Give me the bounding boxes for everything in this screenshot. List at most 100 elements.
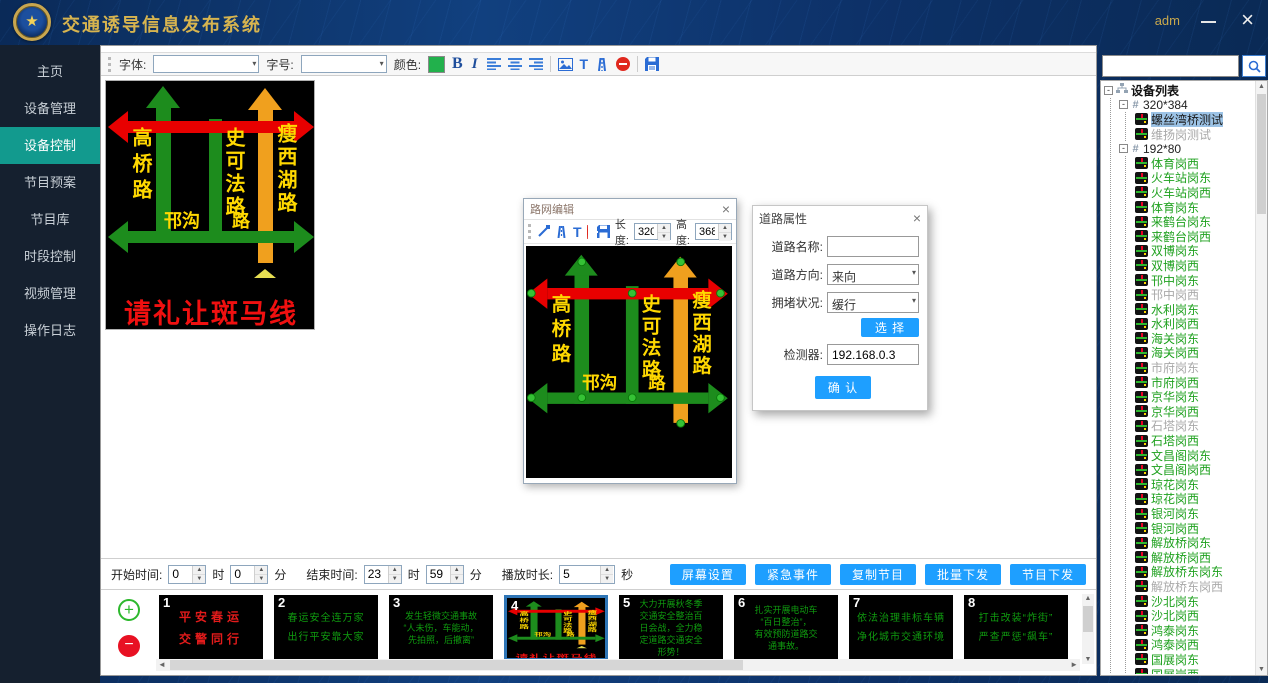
scrollbar-thumb[interactable]: [1257, 94, 1266, 214]
remove-program-button[interactable]: −: [118, 635, 140, 657]
dialog-titlebar[interactable]: 路网编辑 ×: [524, 199, 736, 219]
playlist-item-3[interactable]: 3发生轻微交通事故“人未伤，车能动，先拍照，后撤离”: [389, 595, 493, 661]
tree-device-item[interactable]: 体育岗西: [1135, 156, 1254, 171]
road-direction-select[interactable]: 来向: [827, 264, 919, 285]
scroll-down-icon[interactable]: ▼: [1256, 666, 1267, 673]
start-hour-input[interactable]: [169, 566, 192, 583]
tree-device-item[interactable]: 市府岗东: [1135, 360, 1254, 375]
tree-group-0[interactable]: -#320*384: [1119, 98, 1254, 113]
road-tool-icon[interactable]: [555, 226, 568, 238]
tree-device-item[interactable]: 文昌阁岗西: [1135, 462, 1254, 477]
tree-device-item[interactable]: 解放桥岗西: [1135, 550, 1254, 565]
tree-device-item[interactable]: 沙北岗东: [1135, 594, 1254, 609]
length-stepper[interactable]: ▲▼: [634, 223, 671, 240]
tree-device-item[interactable]: 邗中岗东: [1135, 273, 1254, 288]
dialog-close-icon[interactable]: ×: [913, 211, 921, 225]
toolbar-grip[interactable]: [108, 57, 111, 72]
height-stepper[interactable]: ▲▼: [695, 223, 732, 240]
playlist-item-5[interactable]: 5大力开展秋冬季交通安全整治百日会战，全力稳定道路交通安全形势！: [619, 595, 723, 661]
font-select[interactable]: [153, 55, 259, 73]
anchor-point[interactable]: [628, 289, 637, 298]
sidebar-item-0[interactable]: 主页: [0, 53, 100, 90]
tree-device-item[interactable]: 国展岗东: [1135, 652, 1254, 667]
tree-device-item[interactable]: 双博岗西: [1135, 258, 1254, 273]
tree-device-item[interactable]: 海关岗西: [1135, 346, 1254, 361]
tree-device-item[interactable]: 水利岗西: [1135, 317, 1254, 332]
collapse-toggle[interactable]: -: [1119, 144, 1128, 153]
tree-device-item[interactable]: 来鹤台岗西: [1135, 229, 1254, 244]
tree-device-item[interactable]: 邗中岗西: [1135, 287, 1254, 302]
playlist-horizontal-scrollbar[interactable]: ◄ ►: [156, 659, 1080, 671]
anchor-point[interactable]: [676, 419, 685, 428]
duration-input[interactable]: [560, 566, 600, 583]
insert-road-icon[interactable]: [595, 58, 609, 71]
tree-device-item[interactable]: 水利岗东: [1135, 302, 1254, 317]
tree-device-item[interactable]: 京华岗东: [1135, 389, 1254, 404]
playlist-item-1[interactable]: 1平安春运交警同行: [159, 595, 263, 661]
tree-device-item[interactable]: 海关岗东: [1135, 331, 1254, 346]
sign-preview[interactable]: 高桥路 史可法路 瘦西湖路 邗沟 路 请礼让斑马线: [105, 80, 315, 330]
tree-device-item[interactable]: 银河岗东: [1135, 506, 1254, 521]
anchor-point[interactable]: [577, 258, 586, 267]
tree-device-item[interactable]: 琼花岗东: [1135, 477, 1254, 492]
anchor-point[interactable]: [628, 393, 637, 402]
action-button-3[interactable]: 批量下发: [925, 564, 1001, 585]
save-icon[interactable]: [645, 57, 659, 71]
tree-device-item[interactable]: 沙北岗西: [1135, 608, 1254, 623]
device-search-input[interactable]: [1102, 55, 1239, 77]
tree-device-item[interactable]: 市府岗西: [1135, 375, 1254, 390]
duration-stepper[interactable]: ▲▼: [559, 565, 615, 584]
user-label[interactable]: adm: [1155, 13, 1180, 28]
start-hour-stepper[interactable]: ▲▼: [168, 565, 206, 584]
align-right-icon[interactable]: [529, 58, 543, 70]
end-hour-input[interactable]: [365, 566, 388, 583]
minimize-button[interactable]: [1201, 21, 1216, 23]
playlist-item-8[interactable]: 8打击改装“炸街”严查严惩“飙车”: [964, 595, 1068, 661]
bold-button[interactable]: B: [452, 55, 463, 73]
sidebar-item-6[interactable]: 视频管理: [0, 275, 100, 312]
tree-group-1[interactable]: -#192*80: [1119, 141, 1254, 156]
action-button-4[interactable]: 节目下发: [1010, 564, 1086, 585]
tree-device-item[interactable]: 螺丝湾桥测试: [1135, 112, 1254, 127]
dialog-close-icon[interactable]: ×: [722, 202, 730, 216]
tree-device-item[interactable]: 国展岗西: [1135, 667, 1254, 674]
scrollbar-thumb[interactable]: [1083, 606, 1093, 632]
tree-root[interactable]: -设备列表: [1104, 83, 1254, 98]
save-icon[interactable]: [597, 225, 610, 238]
end-hour-stepper[interactable]: ▲▼: [364, 565, 402, 584]
congestion-select[interactable]: 缓行: [827, 292, 919, 313]
scroll-down-icon[interactable]: ▼: [1082, 656, 1094, 663]
tree-device-item[interactable]: 银河岗西: [1135, 521, 1254, 536]
tree-device-item[interactable]: 石塔岗东: [1135, 419, 1254, 434]
text-tool-icon[interactable]: T: [573, 224, 582, 240]
sign-editor-view[interactable]: 高桥路 史可法路 瘦西湖路 邗沟 路: [526, 246, 732, 478]
italic-button[interactable]: I: [470, 56, 480, 73]
road-name-input[interactable]: [827, 236, 919, 257]
tree-device-item[interactable]: 双博岗东: [1135, 244, 1254, 259]
sidebar-item-4[interactable]: 节目库: [0, 201, 100, 238]
sidebar-item-1[interactable]: 设备管理: [0, 90, 100, 127]
playlist-item-2[interactable]: 2春运安全连万家出行平安靠大家: [274, 595, 378, 661]
scroll-left-icon[interactable]: ◄: [158, 660, 166, 669]
insert-text-icon[interactable]: T: [580, 56, 589, 72]
end-minute-stepper[interactable]: ▲▼: [426, 565, 464, 584]
toolbar-grip[interactable]: [528, 224, 531, 239]
tree-device-item[interactable]: 解放桥东岗西: [1135, 579, 1254, 594]
anchor-point[interactable]: [716, 393, 725, 402]
tree-device-item[interactable]: 火车站岗东: [1135, 171, 1254, 186]
tree-device-item[interactable]: 火车站岗西: [1135, 185, 1254, 200]
detector-input[interactable]: [827, 344, 919, 365]
tree-device-item[interactable]: 来鹤台岗东: [1135, 214, 1254, 229]
sidebar-item-5[interactable]: 时段控制: [0, 238, 100, 275]
add-program-button[interactable]: +: [118, 599, 140, 621]
sidebar-item-7[interactable]: 操作日志: [0, 312, 100, 349]
font-size-select[interactable]: [301, 55, 387, 73]
align-center-icon[interactable]: [508, 58, 522, 70]
draw-line-icon[interactable]: [537, 225, 550, 238]
start-minute-stepper[interactable]: ▲▼: [230, 565, 268, 584]
select-button[interactable]: 选 择: [861, 318, 919, 337]
scroll-right-icon[interactable]: ►: [1070, 660, 1078, 669]
sidebar-item-3[interactable]: 节目预案: [0, 164, 100, 201]
anchor-point[interactable]: [577, 393, 586, 402]
playlist-item-4[interactable]: 4 高桥路 史可法路 瘦西湖路 邗沟 路 请礼让斑马线: [504, 595, 608, 661]
